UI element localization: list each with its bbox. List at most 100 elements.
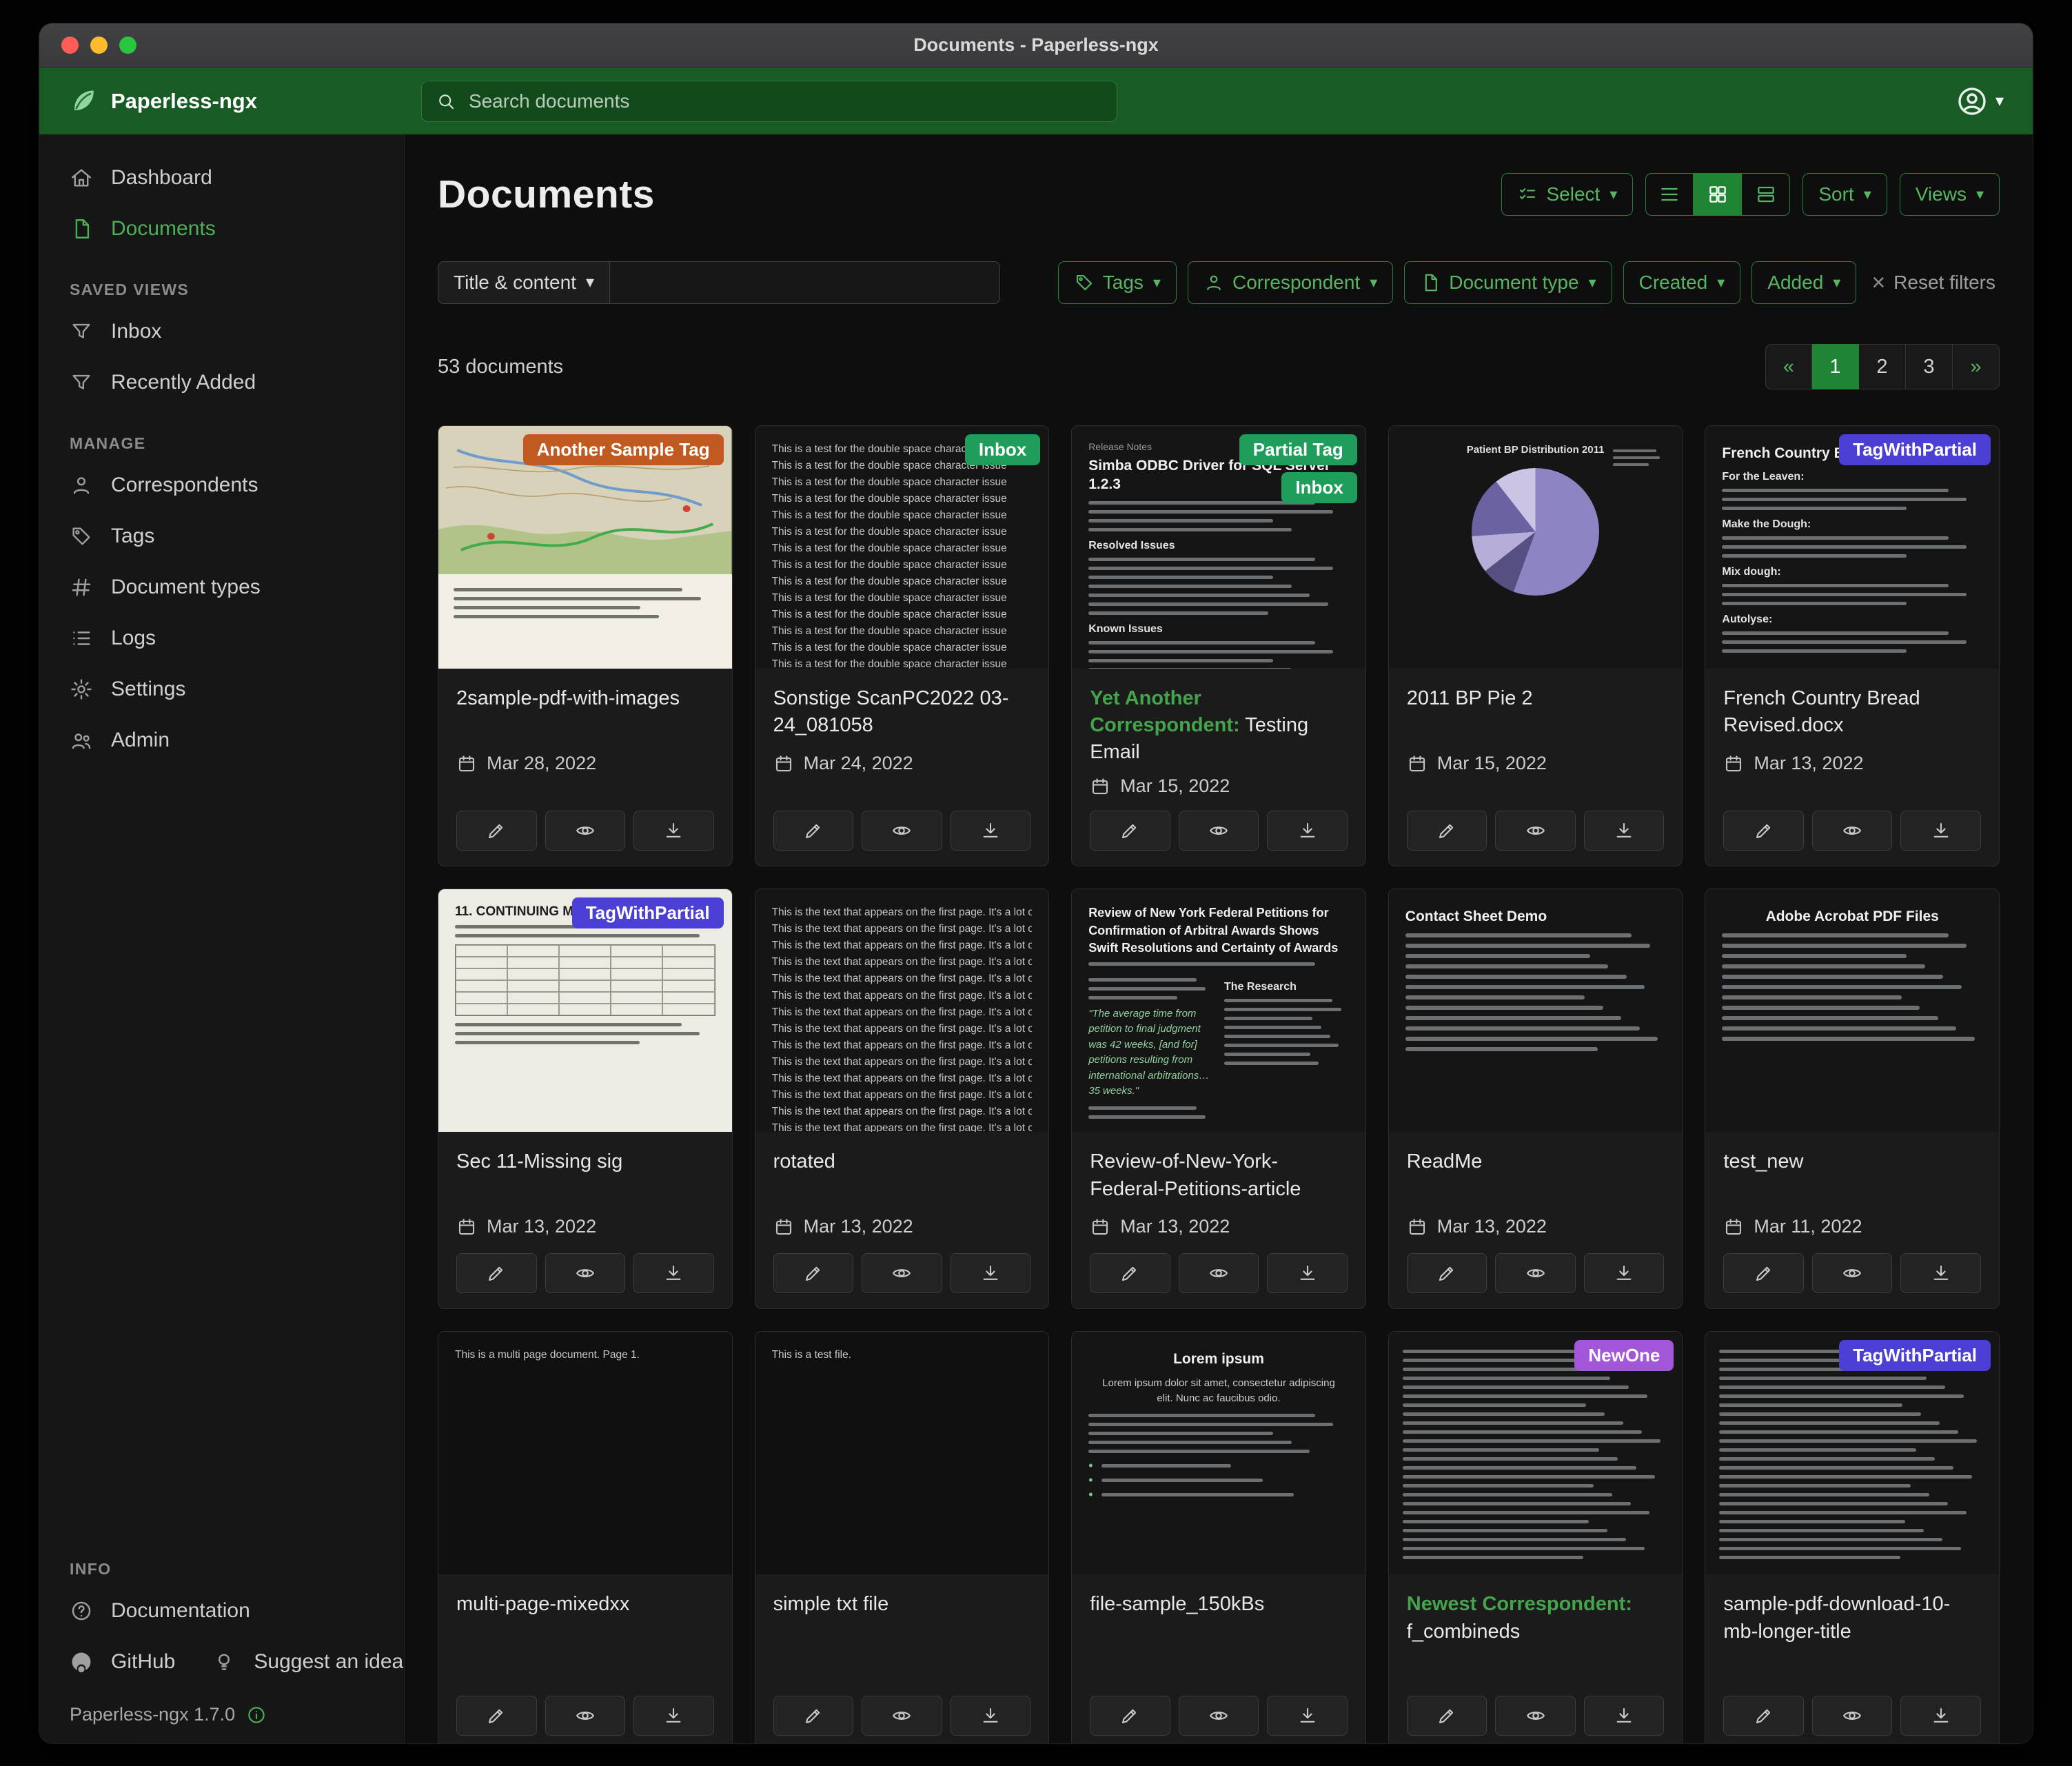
download-document-button[interactable] bbox=[633, 1253, 714, 1293]
download-document-button[interactable] bbox=[951, 811, 1031, 851]
document-thumbnail[interactable]: Contact Sheet Demo bbox=[1389, 889, 1683, 1132]
close-window-button[interactable] bbox=[61, 37, 79, 54]
select-button[interactable]: Select ▾ bbox=[1501, 173, 1633, 216]
view-document-button[interactable] bbox=[1812, 811, 1893, 851]
view-document-button[interactable] bbox=[545, 1253, 626, 1293]
document-title[interactable]: French Country Bread Revised.docx bbox=[1723, 685, 1981, 743]
document-type-filter-button[interactable]: Document type ▾ bbox=[1404, 261, 1612, 304]
view-document-button[interactable] bbox=[545, 1696, 626, 1736]
download-document-button[interactable] bbox=[1900, 811, 1981, 851]
title-content-dropdown[interactable]: Title & content ▾ bbox=[438, 261, 610, 304]
download-document-button[interactable] bbox=[633, 1696, 714, 1736]
views-button[interactable]: Views ▾ bbox=[1900, 173, 2000, 216]
document-card[interactable]: Contact Sheet DemoReadMeMar 13, 2022 bbox=[1388, 889, 1683, 1309]
view-document-button[interactable] bbox=[1812, 1253, 1893, 1293]
download-document-button[interactable] bbox=[1267, 1253, 1348, 1293]
info-icon[interactable] bbox=[246, 1705, 267, 1725]
tag-badge-partial-tag[interactable]: Partial Tag bbox=[1239, 434, 1357, 465]
sidebar-item-correspondents[interactable]: Correspondents bbox=[39, 460, 404, 511]
edit-document-button[interactable] bbox=[1723, 1253, 1804, 1293]
minimize-window-button[interactable] bbox=[90, 37, 108, 54]
sidebar-item-document-types[interactable]: Document types bbox=[39, 562, 404, 613]
page-button-3[interactable]: 3 bbox=[1906, 344, 1953, 389]
document-title[interactable]: Sonstige ScanPC2022 03-24_081058 bbox=[773, 685, 1031, 743]
list-view-button[interactable] bbox=[1645, 173, 1694, 216]
document-thumbnail[interactable]: This is the text that appears on the fir… bbox=[755, 889, 1049, 1132]
document-thumbnail[interactable]: Another Sample Tag bbox=[438, 426, 732, 669]
edit-document-button[interactable] bbox=[1407, 1696, 1487, 1736]
document-card[interactable]: Patient BP Distribution 20112011 BP Pie … bbox=[1388, 425, 1683, 866]
correspondent-filter-button[interactable]: Correspondent ▾ bbox=[1188, 261, 1393, 304]
document-title[interactable]: Review-of-New-York-Federal-Petitions-art… bbox=[1090, 1148, 1348, 1206]
view-document-button[interactable] bbox=[1179, 1696, 1259, 1736]
view-document-button[interactable] bbox=[1495, 1696, 1576, 1736]
view-document-button[interactable] bbox=[1495, 811, 1576, 851]
grid-view-button[interactable] bbox=[1694, 173, 1742, 216]
document-thumbnail[interactable]: French Country BreadFor the Leaven:Make … bbox=[1705, 426, 1999, 669]
view-document-button[interactable] bbox=[1495, 1253, 1576, 1293]
document-card[interactable]: Another Sample Tag 2sample-pdf-with-image… bbox=[438, 425, 733, 866]
sidebar-item-logs[interactable]: Logs bbox=[39, 613, 404, 664]
tag-badge-tagwithpartial[interactable]: TagWithPartial bbox=[1839, 434, 1991, 465]
added-filter-button[interactable]: Added ▾ bbox=[1751, 261, 1856, 304]
document-title[interactable]: simple txt file bbox=[773, 1591, 1031, 1649]
document-title[interactable]: 2011 BP Pie 2 bbox=[1407, 685, 1665, 743]
edit-document-button[interactable] bbox=[456, 811, 537, 851]
document-title[interactable]: 2sample-pdf-with-images bbox=[456, 685, 714, 743]
document-thumbnail[interactable]: This is a test for the double space char… bbox=[755, 426, 1049, 669]
view-document-button[interactable] bbox=[862, 811, 942, 851]
document-title[interactable]: ReadMe bbox=[1407, 1148, 1665, 1206]
page-button-2[interactable]: 2 bbox=[1859, 344, 1906, 389]
brand[interactable]: Paperless-ngx bbox=[68, 86, 257, 116]
page-button-1[interactable]: 1 bbox=[1812, 344, 1859, 389]
document-card[interactable]: NewOneNewest Correspondent: f_combineds bbox=[1388, 1331, 1683, 1743]
document-title[interactable]: Yet Another Correspondent: Testing Email bbox=[1090, 685, 1348, 766]
sidebar-item-suggest-an-idea[interactable]: Suggest an idea bbox=[182, 1636, 410, 1687]
document-thumbnail[interactable]: Adobe Acrobat PDF Files bbox=[1705, 889, 1999, 1132]
edit-document-button[interactable] bbox=[773, 811, 854, 851]
document-correspondent[interactable]: Newest Correspondent: bbox=[1407, 1593, 1632, 1615]
tags-filter-button[interactable]: Tags ▾ bbox=[1058, 261, 1177, 304]
tag-badge-inbox[interactable]: Inbox bbox=[965, 434, 1040, 465]
view-document-button[interactable] bbox=[1812, 1696, 1893, 1736]
document-card[interactable]: 11. CONTINUING MEDICAL EDUCATagWithParti… bbox=[438, 889, 733, 1309]
download-document-button[interactable] bbox=[1584, 1253, 1665, 1293]
large-cards-view-button[interactable] bbox=[1742, 173, 1790, 216]
edit-document-button[interactable] bbox=[1407, 1253, 1487, 1293]
view-document-button[interactable] bbox=[862, 1696, 942, 1736]
download-document-button[interactable] bbox=[1584, 811, 1665, 851]
document-thumbnail[interactable]: Lorem ipsumLorem ipsum dolor sit amet, c… bbox=[1072, 1332, 1365, 1574]
document-card[interactable]: Release NotesSimba ODBC Driver for SQL S… bbox=[1071, 425, 1366, 866]
title-content-input[interactable] bbox=[610, 261, 1000, 304]
edit-document-button[interactable] bbox=[1407, 811, 1487, 851]
sidebar-item-tags[interactable]: Tags bbox=[39, 511, 404, 562]
sidebar-item-github[interactable]: GitHub bbox=[39, 1636, 182, 1687]
document-card[interactable]: French Country BreadFor the Leaven:Make … bbox=[1705, 425, 2000, 866]
document-thumbnail[interactable]: TagWithPartial bbox=[1705, 1332, 1999, 1574]
document-card[interactable]: This is a test file.simple txt file bbox=[755, 1331, 1050, 1743]
document-card[interactable]: TagWithPartialsample-pdf-download-10-mb-… bbox=[1705, 1331, 2000, 1743]
document-card[interactable]: Lorem ipsumLorem ipsum dolor sit amet, c… bbox=[1071, 1331, 1366, 1743]
created-filter-button[interactable]: Created ▾ bbox=[1623, 261, 1741, 304]
view-document-button[interactable] bbox=[545, 811, 626, 851]
tag-badge-another-sample-tag[interactable]: Another Sample Tag bbox=[523, 434, 724, 465]
document-thumbnail[interactable]: NewOne bbox=[1389, 1332, 1683, 1574]
edit-document-button[interactable] bbox=[773, 1696, 854, 1736]
document-title[interactable]: test_new bbox=[1723, 1148, 1981, 1206]
sidebar-item-dashboard[interactable]: Dashboard bbox=[39, 152, 404, 203]
view-document-button[interactable] bbox=[862, 1253, 942, 1293]
edit-document-button[interactable] bbox=[1090, 1696, 1170, 1736]
view-document-button[interactable] bbox=[1179, 811, 1259, 851]
edit-document-button[interactable] bbox=[773, 1253, 854, 1293]
document-card[interactable]: This is a multi page document. Page 1.mu… bbox=[438, 1331, 733, 1743]
document-card[interactable]: This is a test for the double space char… bbox=[755, 425, 1050, 866]
next-page-button[interactable]: » bbox=[1953, 344, 2000, 389]
tag-badge-inbox[interactable]: Inbox bbox=[1281, 472, 1357, 503]
edit-document-button[interactable] bbox=[1723, 1696, 1804, 1736]
tag-badge-tagwithpartial[interactable]: TagWithPartial bbox=[1839, 1340, 1991, 1371]
document-card[interactable]: Review of New York Federal Petitions for… bbox=[1071, 889, 1366, 1309]
download-document-button[interactable] bbox=[1267, 1696, 1348, 1736]
edit-document-button[interactable] bbox=[456, 1696, 537, 1736]
edit-document-button[interactable] bbox=[456, 1253, 537, 1293]
tag-badge-newone[interactable]: NewOne bbox=[1574, 1340, 1674, 1371]
